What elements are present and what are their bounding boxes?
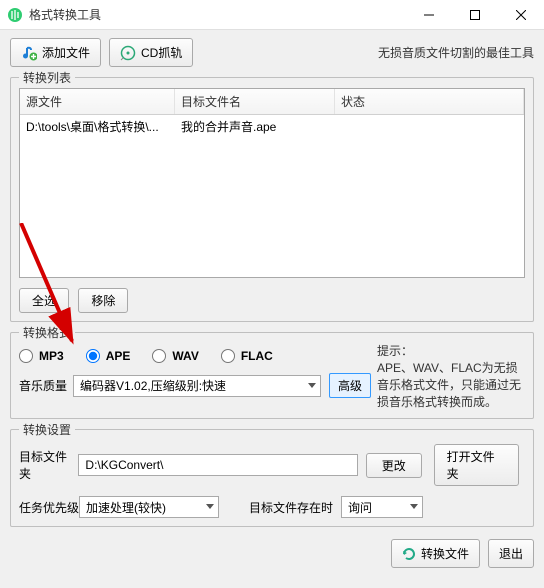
cd-rip-button[interactable]: CD抓轨	[109, 38, 193, 67]
priority-combo[interactable]: 加速处理(较快)	[79, 496, 219, 518]
exist-combo[interactable]: 询问	[341, 496, 423, 518]
chevron-down-icon	[308, 383, 316, 389]
col-status[interactable]: 状态	[335, 89, 524, 114]
exit-label: 退出	[499, 545, 523, 562]
chevron-down-icon	[410, 504, 418, 510]
col-target[interactable]: 目标文件名	[175, 89, 335, 114]
maximize-button[interactable]	[452, 0, 498, 29]
quality-combo[interactable]: 编码器V1.02,压缩级别:快速	[73, 375, 321, 397]
window-title: 格式转换工具	[29, 6, 406, 23]
hint-label: 提示：	[377, 344, 413, 358]
radio-mp3[interactable]: MP3	[19, 349, 64, 363]
radio-flac[interactable]: FLAC	[221, 349, 273, 363]
chevron-down-icon	[206, 504, 214, 510]
app-icon	[7, 7, 23, 23]
dest-folder-value: D:\KGConvert\	[85, 458, 163, 472]
quality-value: 编码器V1.02,压缩级别:快速	[80, 377, 226, 394]
dest-folder-field[interactable]: D:\KGConvert\	[78, 454, 357, 476]
music-add-icon	[21, 45, 37, 61]
convert-label: 转换文件	[421, 545, 469, 562]
open-folder-button[interactable]: 打开文件夹	[434, 444, 519, 486]
exist-value: 询问	[348, 499, 372, 516]
cell-target: 我的合并声音.ape	[175, 115, 335, 138]
add-file-button[interactable]: 添加文件	[10, 38, 101, 67]
minimize-button[interactable]	[406, 0, 452, 29]
conversion-list[interactable]: 源文件 目标文件名 状态 D:\tools\桌面\格式转换\... 我的合并声音…	[19, 88, 525, 278]
cd-icon	[120, 45, 136, 61]
cell-status	[335, 115, 524, 138]
advanced-button[interactable]: 高级	[329, 373, 371, 398]
table-row[interactable]: D:\tools\桌面\格式转换\... 我的合并声音.ape	[20, 115, 524, 138]
exist-label: 目标文件存在时	[249, 499, 333, 516]
radio-ape[interactable]: APE	[86, 349, 131, 363]
tagline: 无损音质文件切割的最佳工具	[378, 44, 534, 61]
list-legend: 转换列表	[19, 69, 75, 86]
cell-source: D:\tools\桌面\格式转换\...	[20, 115, 175, 138]
settings-legend: 转换设置	[19, 421, 75, 438]
quality-label: 音乐质量	[19, 377, 67, 394]
close-button[interactable]	[498, 0, 544, 29]
cd-rip-label: CD抓轨	[141, 44, 182, 61]
dest-label: 目标文件夹	[19, 448, 78, 482]
priority-value: 加速处理(较快)	[86, 499, 166, 516]
convert-icon	[402, 547, 416, 561]
convert-button[interactable]: 转换文件	[391, 539, 480, 568]
format-legend: 转换格式	[19, 324, 75, 341]
col-source[interactable]: 源文件	[20, 89, 175, 114]
priority-label: 任务优先级	[19, 499, 79, 516]
remove-button[interactable]: 移除	[78, 288, 128, 313]
hint-text: APE、WAV、FLAC为无损音乐格式文件，只能通过无损音乐格式转换而成。	[377, 361, 521, 409]
select-all-button[interactable]: 全选	[19, 288, 69, 313]
add-file-label: 添加文件	[42, 44, 90, 61]
change-button[interactable]: 更改	[366, 453, 422, 478]
exit-button[interactable]: 退出	[488, 539, 534, 568]
radio-wav[interactable]: WAV	[152, 349, 198, 363]
